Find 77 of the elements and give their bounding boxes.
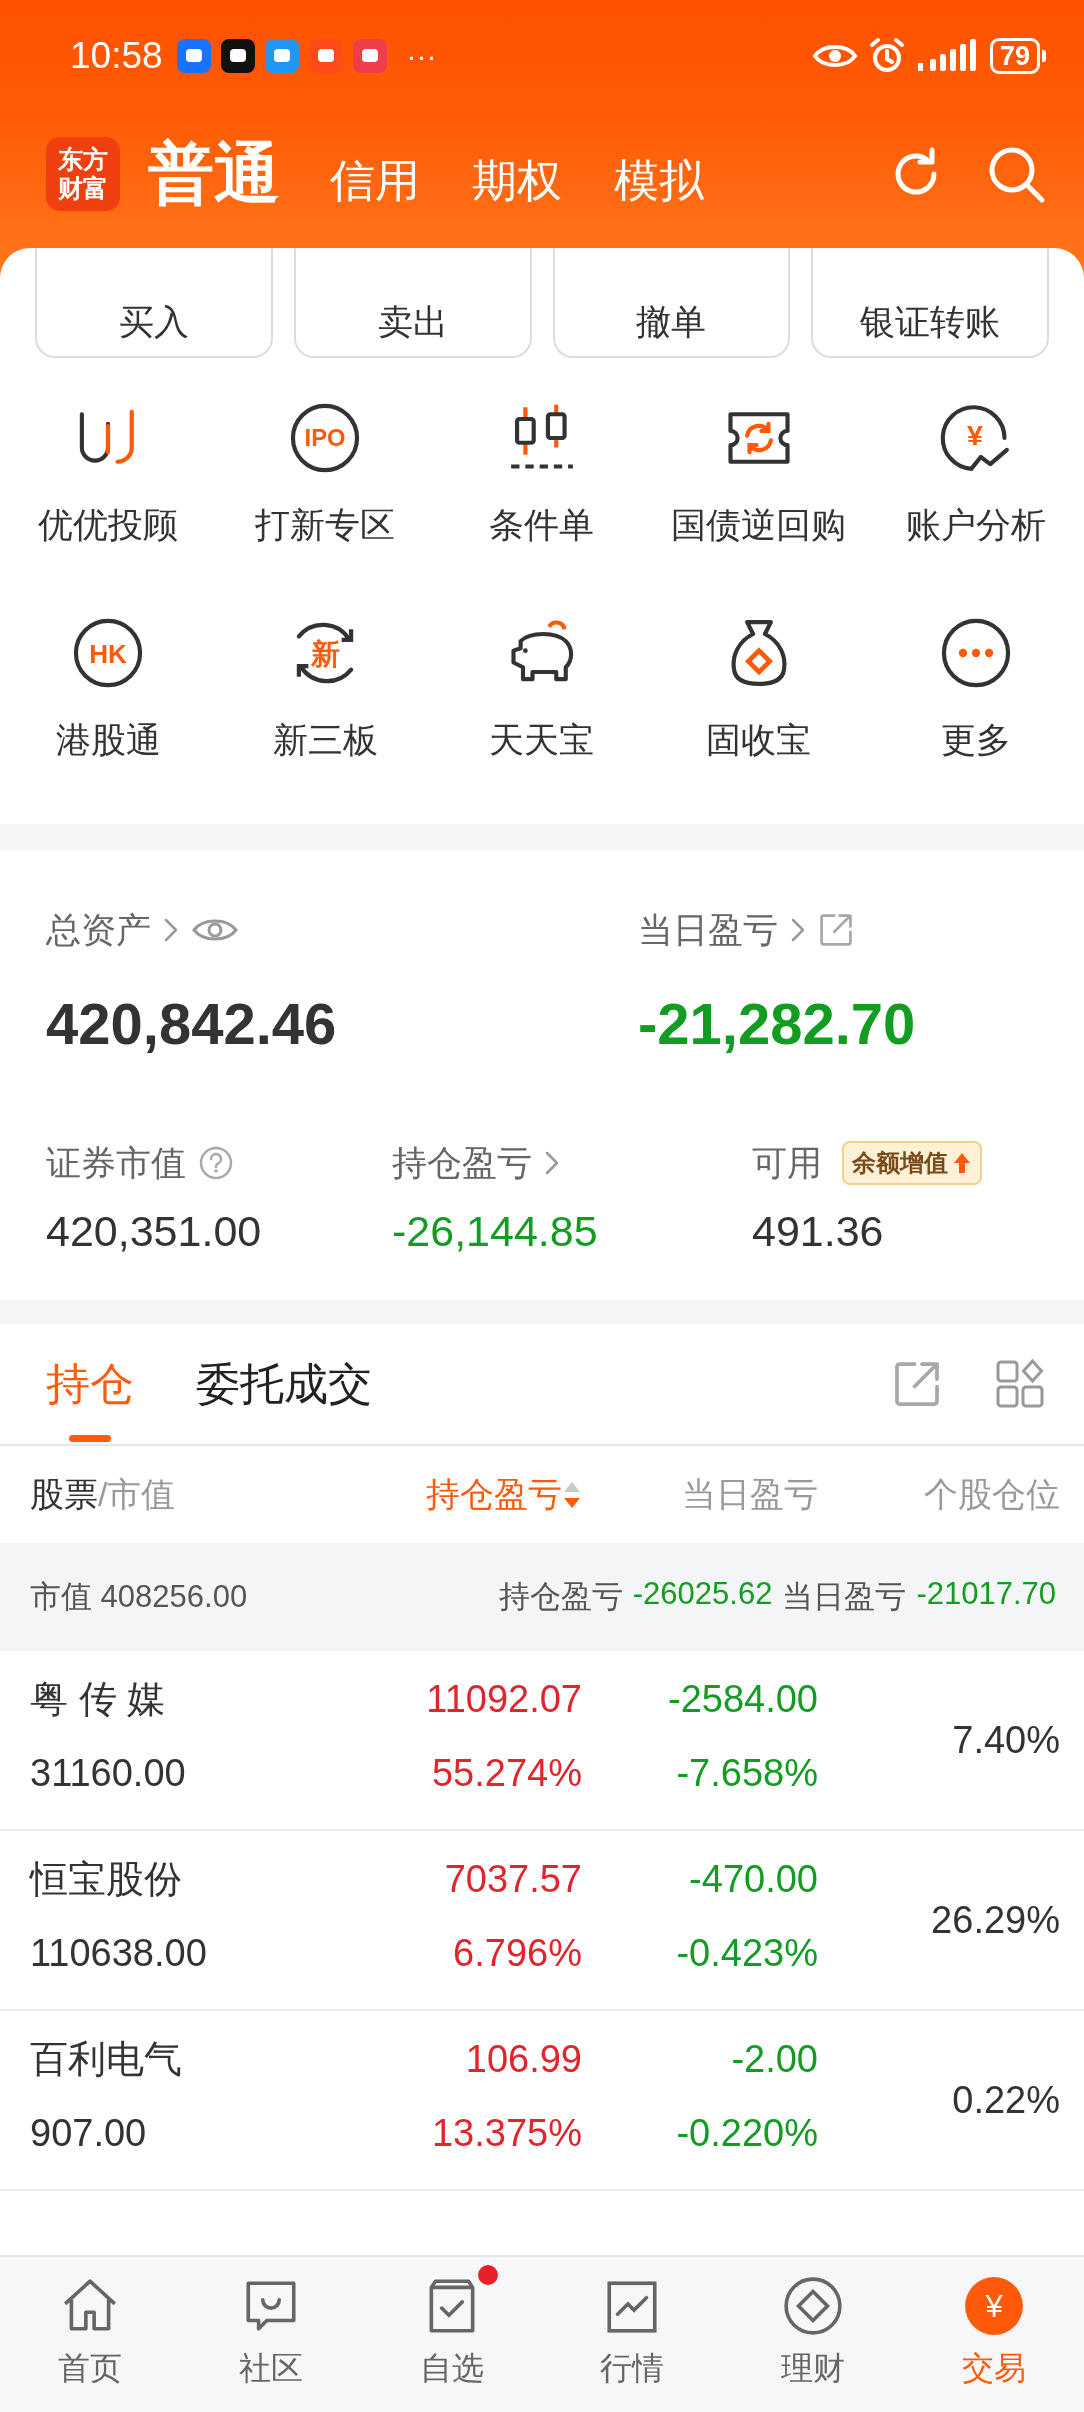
daily-pnl: -470.00: [689, 1857, 818, 1901]
position-weight: 7.40%: [952, 1718, 1060, 1762]
chevron-right-icon: [163, 917, 179, 943]
asset-label: 总资产: [46, 908, 151, 951]
export-icon[interactable]: [892, 1359, 942, 1409]
asset-value: 420,842.46: [46, 990, 338, 1057]
daily-pnl-percent: -7.658%: [676, 1751, 818, 1795]
feature-button[interactable]: ¥ 账户分析: [867, 360, 1084, 575]
stat-label: 可用: [752, 1141, 822, 1184]
trade-action-button[interactable]: 撤单: [552, 248, 791, 358]
holding-pnl-percent: 55.274%: [432, 1751, 582, 1795]
feature-button[interactable]: 优优投顾: [0, 360, 217, 575]
status-time: 10:58: [70, 35, 163, 77]
summary-label: 当日盈亏: [782, 1578, 907, 1616]
stat-value: 491.36: [752, 1207, 885, 1256]
app-logo: 东方财富: [46, 137, 120, 211]
holding-pnl-percent: 6.796%: [453, 1931, 582, 1975]
app-icon: [352, 39, 387, 73]
position-weight: 26.29%: [931, 1898, 1060, 1942]
alarm-icon: [867, 37, 906, 75]
share-icon[interactable]: [818, 912, 854, 948]
holding-pnl: 7037.57: [444, 1857, 582, 1901]
nav-tab[interactable]: 社区: [180, 2257, 362, 2412]
nav-tab[interactable]: 理财: [722, 2257, 904, 2412]
layout-grid-icon[interactable]: [994, 1358, 1046, 1410]
stat-label: 证券市值: [46, 1141, 186, 1184]
help-icon[interactable]: [198, 1145, 234, 1181]
stock-name: 粤 传 媒: [30, 1677, 166, 1721]
daily-pnl-percent: -0.423%: [676, 1931, 818, 1975]
trade-action-button[interactable]: 买入: [35, 248, 273, 358]
feature-button[interactable]: 更多: [867, 575, 1084, 790]
market-value: 907.00: [30, 2111, 147, 2155]
feature-button[interactable]: 条件单: [433, 360, 651, 575]
feature-button[interactable]: IPO 打新专区: [216, 360, 434, 575]
app-icon: [308, 39, 343, 73]
chevron-right-icon: [544, 1150, 560, 1176]
stat-value: -26,144.85: [392, 1207, 599, 1256]
feature-button[interactable]: 固收宝: [650, 575, 868, 790]
stock-name: 恒宝股份: [30, 1857, 182, 1901]
feature-button[interactable]: HK 港股通: [0, 575, 217, 790]
nav-tab[interactable]: 行情: [542, 2257, 723, 2412]
holding-pnl: 11092.07: [426, 1677, 582, 1721]
summary-value: -26025.62: [632, 1576, 773, 1613]
holding-pnl-percent: 13.375%: [432, 2111, 582, 2155]
summary-value: 市值 408256.00: [30, 1578, 248, 1616]
trade-action-button[interactable]: 银证转账: [811, 248, 1049, 358]
stock-name: 百利电气: [30, 2037, 182, 2081]
daily-pnl-percent: -0.220%: [676, 2111, 818, 2155]
feature-button[interactable]: 国债逆回购: [650, 360, 868, 575]
arrow-up-icon: [952, 1151, 972, 1175]
battery-level: 79: [989, 38, 1040, 74]
position-weight: 0.22%: [952, 2078, 1060, 2122]
chevron-right-icon: [790, 917, 806, 943]
feature-button[interactable]: 新 新三板: [216, 575, 434, 790]
column-header[interactable]: 股票: [30, 1471, 98, 1518]
yen-icon: ¥: [962, 2275, 1025, 2337]
daily-pnl: -2584.00: [668, 1677, 818, 1721]
holdings-tab[interactable]: 委托成交: [196, 1324, 372, 1444]
nav-tab[interactable]: 首页: [0, 2257, 181, 2412]
holding-pnl: 106.99: [465, 2037, 582, 2081]
feature-button[interactable]: 天天宝: [433, 575, 651, 790]
promo-badge[interactable]: 余额增值: [842, 1141, 982, 1185]
asset-label: 当日盈亏: [638, 908, 778, 951]
market-value: 110638.00: [30, 1931, 207, 1975]
app-icon: [176, 39, 211, 73]
trade-action-button[interactable]: 卖出: [293, 248, 532, 358]
summary-value: -21017.70: [916, 1576, 1056, 1613]
asset-value: -21,282.70: [638, 990, 917, 1057]
stat-value: 420,351.00: [46, 1207, 263, 1256]
nav-tab[interactable]: 自选: [361, 2257, 542, 2412]
stat-label: 持仓盈亏: [392, 1141, 532, 1184]
summary-label: 持仓盈亏: [498, 1578, 623, 1616]
more-notifications: ···: [406, 39, 437, 73]
market-value: 31160.00: [30, 1751, 186, 1795]
app-icon: [264, 39, 299, 73]
app-icon: [220, 39, 255, 73]
daily-pnl: -2.00: [731, 2037, 818, 2081]
